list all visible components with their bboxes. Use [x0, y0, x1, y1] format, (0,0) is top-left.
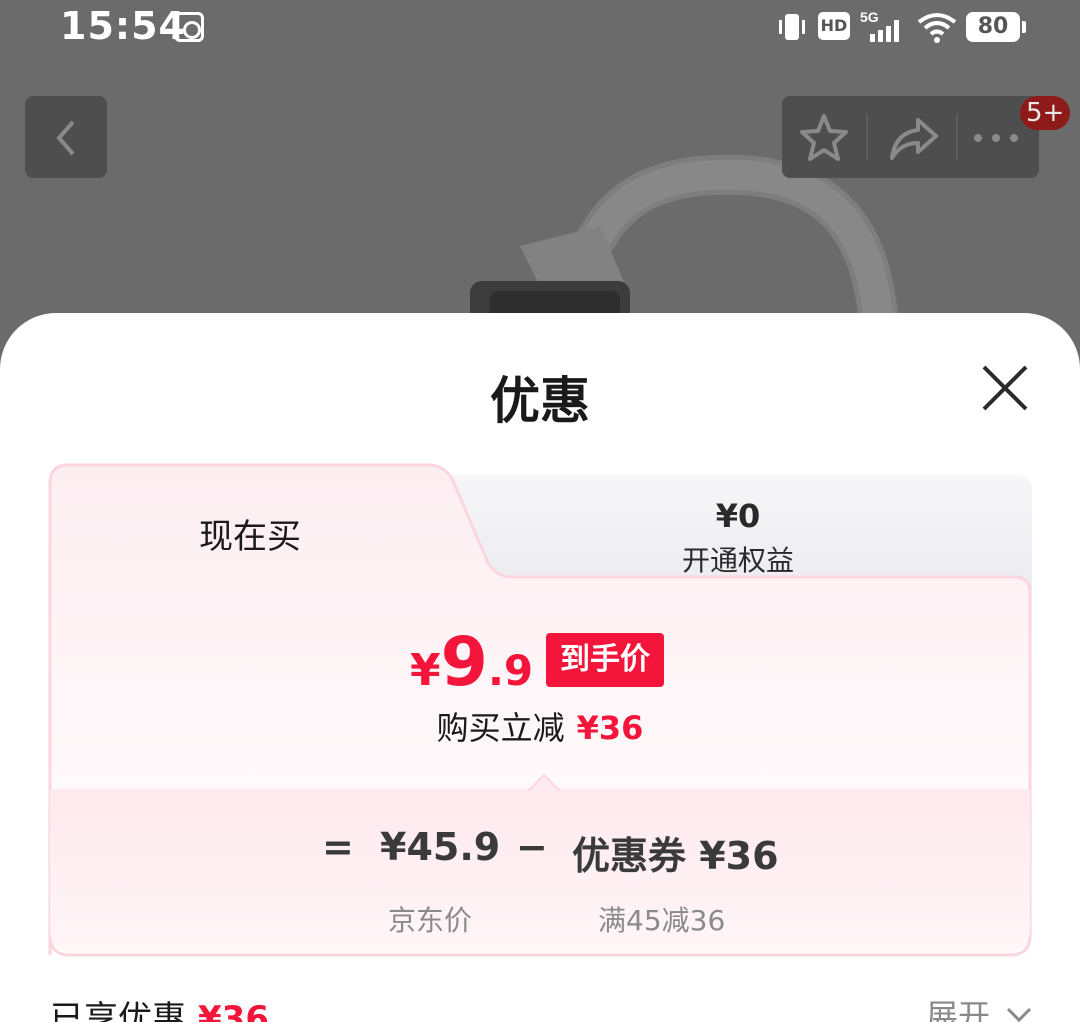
- price-breakdown: = ¥45.9 − 优惠券 ¥36 京东价 满45减36: [50, 773, 1030, 953]
- enjoyed-discount: 已享优惠 ¥36: [50, 991, 269, 1022]
- final-price-tag: 到手价: [546, 633, 664, 687]
- battery-indicator: 80: [966, 12, 1026, 42]
- jd-price-label: 京东价: [388, 904, 473, 937]
- price-decimal: .9: [487, 646, 534, 695]
- screenshot-icon: [174, 12, 204, 42]
- expand-button[interactable]: 展开: [926, 991, 990, 1022]
- network-type: 5G: [860, 9, 879, 25]
- enjoyed-label: 已享优惠: [50, 999, 186, 1022]
- coupon-amount: 优惠券 ¥36: [572, 834, 779, 878]
- price-integer: 9: [440, 623, 488, 702]
- reduction-row: 购买立减 ¥36: [48, 703, 1032, 749]
- wifi-icon: [917, 13, 957, 43]
- final-price-row: ¥9.9 到手价: [48, 623, 1032, 703]
- sheet-title: 优惠: [490, 372, 590, 430]
- price-card: ¥0 开通权益 现在买 ¥9.9 到手价 购买立减 ¥36 = ¥45.9 − …: [48, 463, 1032, 957]
- chevron-left-icon: [56, 120, 75, 156]
- hd-icon: HD: [818, 12, 850, 40]
- coupon-rule: 满45减36: [598, 904, 726, 937]
- header-actions: [782, 96, 1039, 178]
- notification-badge: 5+: [1020, 96, 1071, 130]
- signal-icon: 5G: [860, 9, 899, 42]
- reduction-label: 购买立减: [436, 709, 565, 747]
- clock: 15:54: [60, 4, 186, 48]
- chevron-down-icon[interactable]: [1006, 1007, 1032, 1022]
- reduction-amount: ¥36: [576, 709, 644, 747]
- star-icon[interactable]: [796, 110, 852, 166]
- pointer-arrow: [528, 773, 560, 791]
- enjoyed-amount: ¥36: [198, 999, 269, 1022]
- vibrate-icon: [779, 14, 805, 40]
- price-currency: ¥: [410, 645, 441, 696]
- breakdown-formula: = ¥45.9 − 优惠券 ¥36: [50, 825, 1030, 878]
- close-icon[interactable]: [980, 363, 1030, 413]
- jd-price: ¥45.9: [380, 825, 501, 869]
- tab-buy-now[interactable]: 现在买: [100, 509, 400, 558]
- minus-sign: −: [516, 825, 548, 869]
- more-icon[interactable]: [968, 110, 1024, 166]
- equals-sign: =: [322, 825, 354, 869]
- back-button[interactable]: [25, 96, 107, 178]
- final-price: ¥9.9: [410, 623, 533, 702]
- status-bar: 15:54 HD 5G 80: [0, 0, 1080, 56]
- share-icon[interactable]: [886, 110, 942, 166]
- discount-sheet: 优惠 ¥0 开通权益 现在买 ¥9.9 到手价 购买立减 ¥36 = ¥45.9…: [0, 313, 1080, 1022]
